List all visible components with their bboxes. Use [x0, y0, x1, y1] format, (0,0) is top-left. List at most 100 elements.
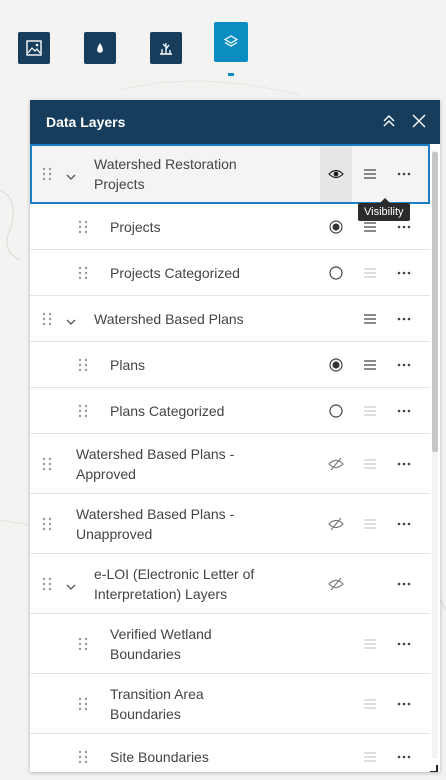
more-options-button[interactable]: [394, 401, 414, 421]
list-icon: [364, 314, 376, 324]
visibility-toggle[interactable]: [326, 574, 346, 594]
visibility-tooltip: Visibility: [358, 198, 410, 221]
visibility-toggle[interactable]: [326, 164, 346, 184]
legend-button[interactable]: [360, 309, 380, 329]
layer-label: e-LOI (Electronic Letter of Interpretati…: [94, 564, 254, 604]
drag-handle-icon[interactable]: [78, 404, 88, 418]
more-icon: [397, 271, 411, 275]
visibility-radio[interactable]: [326, 217, 346, 237]
chevron-down-icon[interactable]: [66, 579, 76, 590]
more-options-button[interactable]: [394, 634, 414, 654]
layer-row-watershed-restoration-projects[interactable]: Watershed Restoration Projects: [30, 144, 430, 204]
more-icon: [397, 702, 411, 706]
layer-label-line2: Boundaries: [110, 646, 181, 662]
more-options-button[interactable]: [394, 454, 414, 474]
legend-button[interactable]: [360, 164, 380, 184]
more-options-button[interactable]: [394, 514, 414, 534]
drag-handle-icon[interactable]: [78, 220, 88, 234]
visibility-toggle[interactable]: [326, 514, 346, 534]
drag-handle-icon[interactable]: [78, 358, 88, 372]
legend-button[interactable]: [360, 514, 380, 534]
legend-button[interactable]: [360, 634, 380, 654]
basemap-gallery-button[interactable]: [18, 32, 50, 64]
layer-label: Watershed Based Plans - Approved: [76, 444, 234, 484]
eye-icon: [328, 169, 344, 179]
drag-handle-icon[interactable]: [42, 167, 52, 181]
legend-button[interactable]: [360, 747, 380, 767]
visibility-radio[interactable]: [326, 355, 346, 375]
layer-list-button[interactable]: [214, 22, 248, 62]
eye-off-icon: [328, 457, 344, 471]
layer-label-line1: e-LOI (Electronic Letter of: [94, 566, 255, 582]
layer-row-watershed-based-plans-approved[interactable]: Watershed Based Plans - Approved: [30, 434, 430, 494]
drag-handle-icon[interactable]: [42, 577, 52, 591]
drag-handle-icon[interactable]: [78, 637, 88, 651]
layer-row-transition-area-boundaries[interactable]: Transition Area Boundaries: [30, 674, 430, 734]
resize-corner-icon: [430, 765, 438, 772]
more-options-button[interactable]: [394, 263, 414, 283]
more-icon: [397, 317, 411, 321]
wetland-button[interactable]: [150, 32, 182, 64]
more-options-button[interactable]: [394, 694, 414, 714]
more-icon: [397, 225, 411, 229]
more-options-button[interactable]: [394, 164, 414, 184]
image-icon: [26, 40, 42, 56]
close-button[interactable]: [410, 112, 428, 130]
layer-label: Watershed Based Plans: [94, 311, 244, 327]
scrollbar-thumb[interactable]: [432, 152, 438, 452]
layers-icon: [223, 35, 239, 47]
layer-row-plans-categorized[interactable]: Plans Categorized: [30, 388, 430, 434]
more-icon: [397, 462, 411, 466]
layer-row-e-loi[interactable]: e-LOI (Electronic Letter of Interpretati…: [30, 554, 430, 614]
water-drop-icon: [97, 43, 103, 53]
panel-header: Data Layers: [30, 100, 440, 144]
layer-label: Verified Wetland Boundaries: [110, 624, 212, 664]
layer-row-watershed-based-plans[interactable]: Watershed Based Plans: [30, 296, 430, 342]
layer-label-line1: Watershed Based Plans -: [76, 446, 235, 462]
layer-label: Site Boundaries: [110, 749, 209, 765]
radio-checked-icon: [329, 220, 343, 234]
more-icon: [397, 409, 411, 413]
chevron-down-icon[interactable]: [66, 169, 76, 180]
layer-list: Watershed Restoration Projects Projects …: [30, 144, 430, 772]
list-icon: [364, 222, 376, 232]
drag-handle-icon[interactable]: [78, 697, 88, 711]
list-icon: [364, 459, 376, 469]
visibility-toggle[interactable]: [326, 454, 346, 474]
more-options-button[interactable]: [394, 747, 414, 767]
list-icon: [364, 639, 376, 649]
resize-handle[interactable]: [428, 760, 438, 772]
chevron-down-icon[interactable]: [66, 314, 76, 325]
legend-button[interactable]: [360, 263, 380, 283]
list-icon: [364, 406, 376, 416]
more-options-button[interactable]: [394, 309, 414, 329]
layer-row-site-boundaries[interactable]: Site Boundaries: [30, 734, 430, 772]
layer-row-projects-categorized[interactable]: Projects Categorized: [30, 250, 430, 296]
visibility-radio[interactable]: [326, 401, 346, 421]
drag-handle-icon[interactable]: [42, 457, 52, 471]
list-icon: [364, 360, 376, 370]
layer-row-watershed-based-plans-unapproved[interactable]: Watershed Based Plans - Unapproved: [30, 494, 430, 554]
more-icon: [397, 642, 411, 646]
legend-button[interactable]: [360, 355, 380, 375]
radio-unchecked-icon: [329, 404, 343, 418]
legend-button[interactable]: [360, 454, 380, 474]
drag-handle-icon[interactable]: [78, 266, 88, 280]
more-options-button[interactable]: [394, 355, 414, 375]
collapse-button[interactable]: [380, 112, 398, 130]
layer-label-line1: Transition Area: [110, 686, 204, 702]
drag-handle-icon[interactable]: [42, 312, 52, 326]
layer-row-plans[interactable]: Plans: [30, 342, 430, 388]
layer-row-verified-wetland-boundaries[interactable]: Verified Wetland Boundaries: [30, 614, 430, 674]
more-options-button[interactable]: [394, 574, 414, 594]
water-button[interactable]: [84, 32, 116, 64]
visibility-radio[interactable]: [326, 263, 346, 283]
eye-off-icon: [328, 577, 344, 591]
more-icon: [397, 582, 411, 586]
drag-handle-icon[interactable]: [78, 750, 88, 764]
layer-label-line1: Watershed Based Plans -: [76, 506, 235, 522]
close-icon: [412, 114, 426, 128]
drag-handle-icon[interactable]: [42, 517, 52, 531]
legend-button[interactable]: [360, 694, 380, 714]
legend-button[interactable]: [360, 401, 380, 421]
